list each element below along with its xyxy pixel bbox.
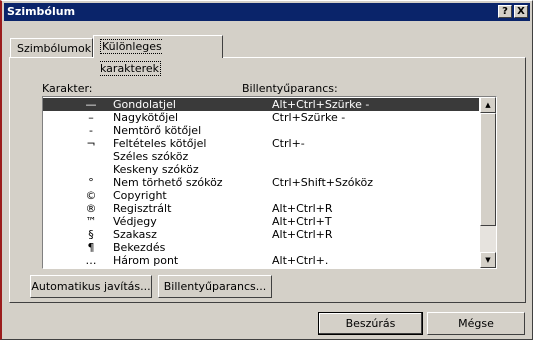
character-symbol: § <box>88 228 94 241</box>
character-name: Feltételes kötőjel <box>113 137 207 150</box>
shortcut-text: Alt+Ctrl+T <box>272 215 332 228</box>
character-name: Nemtörő kötőjel <box>113 124 202 137</box>
list-item[interactable]: ¶ Bekezdés <box>43 241 479 254</box>
window-title: Szimbólum <box>7 5 76 18</box>
close-icon: X <box>517 6 525 17</box>
character-name: Bekezdés <box>113 241 166 254</box>
vertical-scrollbar[interactable]: ▲ ▼ <box>480 97 496 268</box>
character-name: Gondolatjel <box>113 98 176 111</box>
scroll-thumb[interactable] <box>480 113 496 226</box>
autocorrect-button[interactable]: Automatikus javítás... <box>30 275 152 298</box>
list-item[interactable]: ¬ Feltételes kötőjel Ctrl+- <box>43 137 479 150</box>
list-item[interactable]: Keskeny szóköz <box>43 163 479 176</box>
special-characters-list[interactable]: — Gondolatjel Alt+Ctrl+Szürke - – Nagykötője… <box>42 96 497 269</box>
list-item[interactable]: … Három pont Alt+Ctrl+. <box>43 254 479 267</box>
arrow-down-icon: ▼ <box>485 256 491 264</box>
shortcut-text: Ctrl+Szürke - <box>272 111 346 124</box>
list-item[interactable]: - Nemtörő kötőjel <box>43 124 479 137</box>
list-item[interactable]: – Nagykötőjel Ctrl+Szürke - <box>43 111 479 124</box>
tab-special-characters-label: Különleges karakterek <box>100 39 162 76</box>
character-symbol: ® <box>85 202 97 215</box>
character-name: Copyright <box>113 189 167 202</box>
scroll-down-button[interactable]: ▼ <box>480 252 496 268</box>
arrow-up-icon: ▲ <box>485 101 491 109</box>
tab-symbols[interactable]: Szimbólumok <box>10 38 93 58</box>
character-symbol: … <box>85 254 97 267</box>
scroll-up-button[interactable]: ▲ <box>480 97 496 113</box>
symbol-dialog: Szimbólum ? X Szimbólumok Különleges kar… <box>0 0 533 340</box>
shortcut-column-header: Billentyűparancs: <box>242 82 338 95</box>
help-icon: ? <box>502 6 508 17</box>
special-characters-panel: Karakter: Billentyűparancs: — Gondolatjel… <box>9 57 526 303</box>
character-symbol: ¶ <box>87 241 95 254</box>
title-bar[interactable]: Szimbólum ? X <box>4 3 530 21</box>
list-item[interactable]: § Szakasz Alt+Ctrl+R <box>43 228 479 241</box>
character-symbol: ° <box>88 176 94 189</box>
shortcut-text: Alt+Ctrl+Szürke - <box>272 98 370 111</box>
shortcut-text: Alt+Ctrl+R <box>272 228 333 241</box>
character-name: Keskeny szóköz <box>113 163 199 176</box>
list-item[interactable]: Széles szóköz <box>43 150 479 163</box>
character-name: Szakasz <box>113 228 157 241</box>
character-symbol: - <box>89 124 93 137</box>
character-symbol: – <box>88 111 94 124</box>
character-name: Széles szóköz <box>113 150 189 163</box>
list-item[interactable]: ® Regisztrált Alt+Ctrl+R <box>43 202 479 215</box>
tab-special-characters[interactable]: Különleges karakterek <box>93 35 223 76</box>
shortcut-text: Alt+Ctrl+R <box>272 202 333 215</box>
list-item[interactable]: ™ Védjegy Alt+Ctrl+T <box>43 215 479 228</box>
shortcut-text: Alt+Ctrl+. <box>272 254 329 267</box>
list-item[interactable]: ° Nem törhető szóköz Ctrl+Shift+Szóköz <box>43 176 479 189</box>
character-name: Nem törhető szóköz <box>113 176 223 189</box>
character-name: Három pont <box>113 254 179 267</box>
cancel-button[interactable]: Mégse <box>427 312 525 335</box>
help-button[interactable]: ? <box>498 5 512 18</box>
character-symbol: ¬ <box>86 137 96 150</box>
character-name: Regisztrált <box>113 202 172 215</box>
list-item[interactable]: © Copyright <box>43 189 479 202</box>
tab-symbols-label: Szimbólumok <box>17 42 92 55</box>
character-symbol: — <box>85 98 97 111</box>
character-symbol: © <box>85 189 97 202</box>
close-button[interactable]: X <box>514 5 528 18</box>
insert-button[interactable]: Beszúrás <box>318 312 423 335</box>
shortcut-text: Ctrl+Shift+Szóköz <box>272 176 373 189</box>
character-symbol: ™ <box>85 215 97 228</box>
list-item[interactable]: — Gondolatjel Alt+Ctrl+Szürke - <box>43 98 479 111</box>
character-name: Nagykötőjel <box>113 111 179 124</box>
shortcut-key-button[interactable]: Billentyűparancs... <box>158 275 272 298</box>
shortcut-text: Ctrl+- <box>272 137 305 150</box>
character-name: Védjegy <box>113 215 157 228</box>
character-column-header: Karakter: <box>42 82 93 95</box>
